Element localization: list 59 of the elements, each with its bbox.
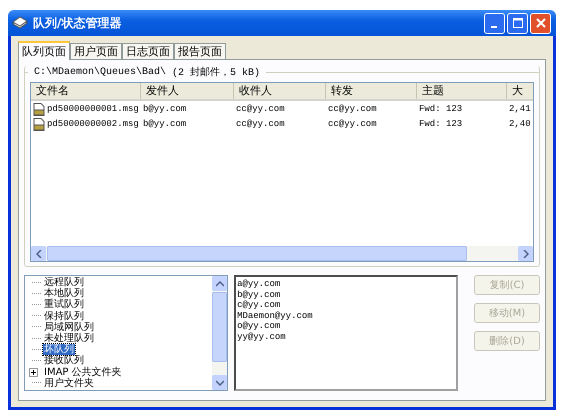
scroll-left-button[interactable]: [31, 246, 46, 261]
tree-item[interactable]: 远程队列: [43, 277, 85, 288]
recipient-address: c@yy.com: [237, 300, 282, 310]
column-header[interactable]: 大: [507, 83, 533, 99]
table-cell: pd50000000001.msg: [47, 104, 139, 114]
scroll-thumb[interactable]: [212, 292, 228, 362]
tree-item[interactable]: 未处理队列: [43, 332, 95, 344]
recipient-address: a@yy.com: [237, 279, 282, 290]
tree-item[interactable]: 用户文件夹: [43, 378, 95, 389]
recipient-address: o@yy.com: [237, 321, 282, 332]
tree-item[interactable]: IMAP 公共文件夹: [43, 366, 123, 378]
scroll-right-button[interactable]: [518, 246, 533, 261]
tree-item[interactable]: 保持队列: [43, 310, 85, 322]
table-cell: cc@yy.com: [328, 104, 377, 114]
table-cell: cc@yy.com: [236, 104, 285, 114]
folder-summary: (2 封邮件，5 kB): [172, 66, 260, 79]
table-cell: 2,40: [509, 119, 531, 129]
tree-item[interactable]: 重试队列: [43, 299, 85, 311]
expand-icon[interactable]: [29, 368, 38, 377]
envelope-stack-icon: [12, 16, 28, 30]
maximize-icon: [512, 18, 522, 28]
tab[interactable]: 用户页面: [70, 43, 122, 59]
table-cell: b@yy.com: [143, 104, 186, 114]
vertical-scrollbar[interactable]: [212, 276, 228, 390]
table-cell: b@yy.com: [143, 119, 186, 129]
minimize-button[interactable]: [484, 12, 505, 34]
window-title: 队列/状态管理器: [33, 14, 122, 32]
scroll-down-button[interactable]: [212, 375, 228, 390]
message-file-icon: [33, 118, 45, 130]
close-button[interactable]: [530, 12, 551, 34]
column-header[interactable]: 主题: [417, 83, 507, 99]
table-cell: 2,41: [509, 104, 531, 114]
scroll-up-button[interactable]: [212, 276, 228, 291]
recipient-address: b@yy.com: [237, 290, 282, 300]
tab[interactable]: 日志页面: [122, 43, 174, 59]
column-header[interactable]: 文件名: [31, 83, 141, 99]
table-cell: cc@yy.com: [328, 119, 377, 129]
column-header[interactable]: 转发: [326, 83, 417, 99]
folder-path: C:\MDaemon\Queues\Bad\: [34, 66, 166, 78]
table-cell: Fwd: 123: [419, 119, 462, 129]
table-cell: cc@yy.com: [236, 119, 285, 129]
column-header[interactable]: 收件人: [234, 83, 326, 99]
recipient-address: yy@yy.com: [237, 332, 287, 342]
horizontal-scrollbar[interactable]: [31, 246, 533, 261]
minimize-icon: [490, 26, 496, 28]
close-icon: [536, 18, 546, 28]
tab[interactable]: 报告页面: [174, 43, 226, 59]
tree-item[interactable]: 本地队列: [43, 288, 85, 300]
column-header[interactable]: 发件人: [141, 83, 234, 99]
tab[interactable]: 队列页面: [18, 41, 70, 60]
maximize-button[interactable]: [507, 12, 528, 34]
recipient-address: MDaemon@yy.com: [237, 310, 314, 321]
tree-item[interactable]: 局域网队列: [43, 322, 95, 333]
tree-item[interactable]: 接收队列: [43, 355, 85, 367]
scroll-thumb[interactable]: [47, 246, 467, 261]
message-file-icon: [33, 102, 45, 116]
table-cell: pd50000000002.msg: [47, 119, 139, 129]
tree-item[interactable]: 坏队列: [43, 344, 75, 356]
table-cell: Fwd: 123: [419, 104, 462, 114]
